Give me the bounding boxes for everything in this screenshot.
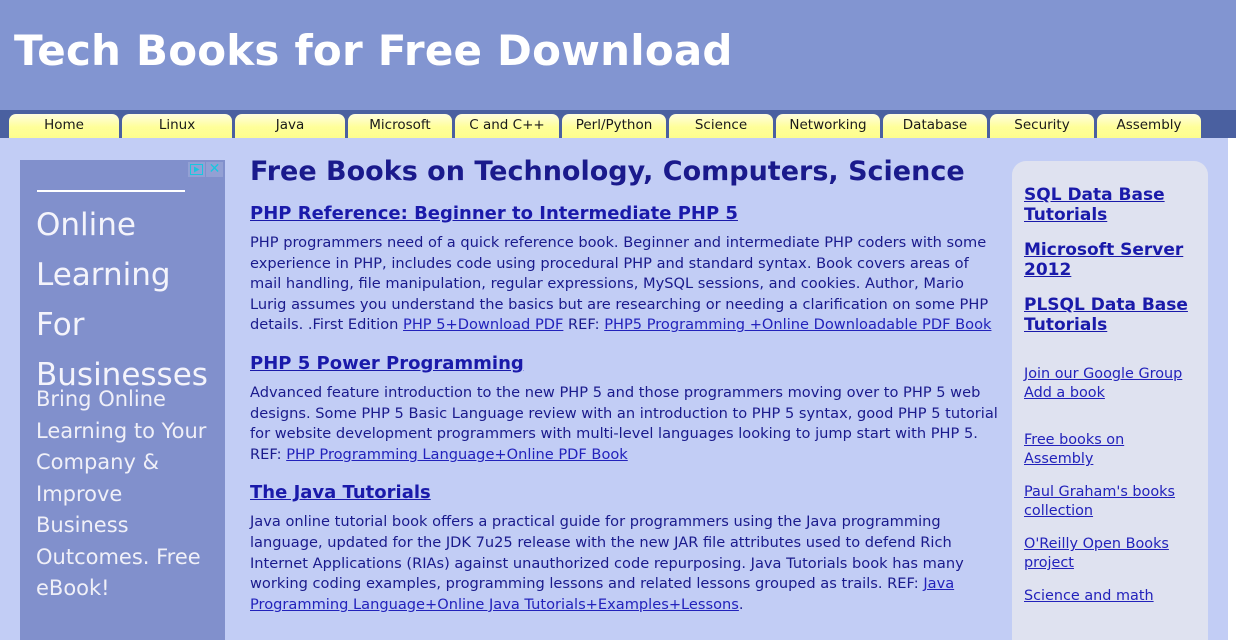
sidebar-featured-link[interactable]: Microsoft Server 2012 xyxy=(1024,240,1196,280)
article-text: Java online tutorial book offers a pract… xyxy=(250,513,964,593)
article: PHP Reference: Beginner to Intermediate … xyxy=(250,203,998,336)
article: PHP 5 Power Programming Advanced feature … xyxy=(250,353,998,465)
site-header: Tech Books for Free Download xyxy=(0,0,1236,110)
nav-tab-assembly[interactable]: Assembly xyxy=(1097,114,1201,138)
nav-tab-list: Home Linux Java Microsoft C and C++ Perl/Pyth… xyxy=(9,114,1204,138)
article-title-link[interactable]: PHP Reference: Beginner to Intermediate … xyxy=(250,203,738,224)
nav-tab-networking[interactable]: Networking xyxy=(776,114,880,138)
adchoices-triangle-icon[interactable] xyxy=(188,162,205,177)
nav-tab-microsoft[interactable]: Microsoft xyxy=(348,114,452,138)
right-sidebar: SQL Data Base Tutorials Microsoft Server … xyxy=(1012,161,1208,640)
page-right-gutter xyxy=(1228,138,1236,640)
sidebar-link[interactable]: Paul Graham's books collection xyxy=(1024,483,1196,521)
reference-link[interactable]: PHP 5+Download PDF xyxy=(403,316,563,333)
sidebar-featured-link[interactable]: SQL Data Base Tutorials xyxy=(1024,185,1196,225)
article-list: PHP Reference: Beginner to Intermediate … xyxy=(250,203,998,615)
article-title-link[interactable]: The Java Tutorials xyxy=(250,482,431,503)
sidebar-link[interactable]: Science and math xyxy=(1024,587,1196,606)
content-area: ✕ Online Learning For Businesses Bring O… xyxy=(0,138,1228,640)
advertisement-banner[interactable]: ✕ Online Learning For Businesses Bring O… xyxy=(20,160,225,640)
ad-controls: ✕ xyxy=(188,162,223,177)
page-title: Tech Books for Free Download xyxy=(14,26,733,75)
sidebar-secondary-links: Join our Google Group Add a book Free book… xyxy=(1024,351,1196,606)
article-description: PHP programmers need of a quick referenc… xyxy=(250,233,998,336)
sidebar-link[interactable]: O'Reilly Open Books project xyxy=(1024,535,1196,573)
ad-subtext: Bring Online Learning to Your Company & … xyxy=(36,387,207,600)
reference-link[interactable]: PHP Programming Language+Online PDF Book xyxy=(286,446,628,463)
article-title-link[interactable]: PHP 5 Power Programming xyxy=(250,353,524,374)
nav-tab-database[interactable]: Database xyxy=(883,114,987,138)
article-text: . xyxy=(738,595,744,613)
web-page: Tech Books for Free Download Home Linux Ja… xyxy=(0,0,1236,640)
article: The Java Tutorials Java online tutorial b… xyxy=(250,482,998,615)
nav-tab-perl-python[interactable]: Perl/Python xyxy=(562,114,666,138)
article-text: REF: xyxy=(563,316,605,334)
nav-tab-home[interactable]: Home xyxy=(9,114,119,138)
sidebar-link[interactable]: Free books on Assembly xyxy=(1024,431,1196,469)
close-icon[interactable]: ✕ xyxy=(206,162,223,177)
main-navigation-bar: Home Linux Java Microsoft C and C++ Perl/Pyth… xyxy=(0,110,1236,138)
nav-tab-c-and-c[interactable]: C and C++ xyxy=(455,114,559,138)
sidebar-link[interactable]: Join our Google Group xyxy=(1024,365,1196,384)
main-content: Free Books on Technology, Computers, Sci… xyxy=(250,156,998,632)
article-description: Advanced feature introduction to the new… xyxy=(250,383,998,465)
article-description: Java online tutorial book offers a pract… xyxy=(250,512,998,615)
reference-link[interactable]: PHP5 Programming +Online Downloadable PD… xyxy=(604,316,991,333)
sidebar-featured-links: SQL Data Base Tutorials Microsoft Server … xyxy=(1024,185,1196,335)
sidebar-featured-link[interactable]: PLSQL Data Base Tutorials xyxy=(1024,295,1196,335)
main-heading: Free Books on Technology, Computers, Sci… xyxy=(250,156,965,187)
nav-tab-security[interactable]: Security xyxy=(990,114,1094,138)
nav-tab-java[interactable]: Java xyxy=(235,114,345,138)
nav-tab-linux[interactable]: Linux xyxy=(122,114,232,138)
ad-headline: Online Learning For Businesses xyxy=(36,207,208,393)
sidebar-link[interactable]: Add a book xyxy=(1024,384,1196,403)
nav-tab-science[interactable]: Science xyxy=(669,114,773,138)
ad-divider xyxy=(37,190,185,192)
